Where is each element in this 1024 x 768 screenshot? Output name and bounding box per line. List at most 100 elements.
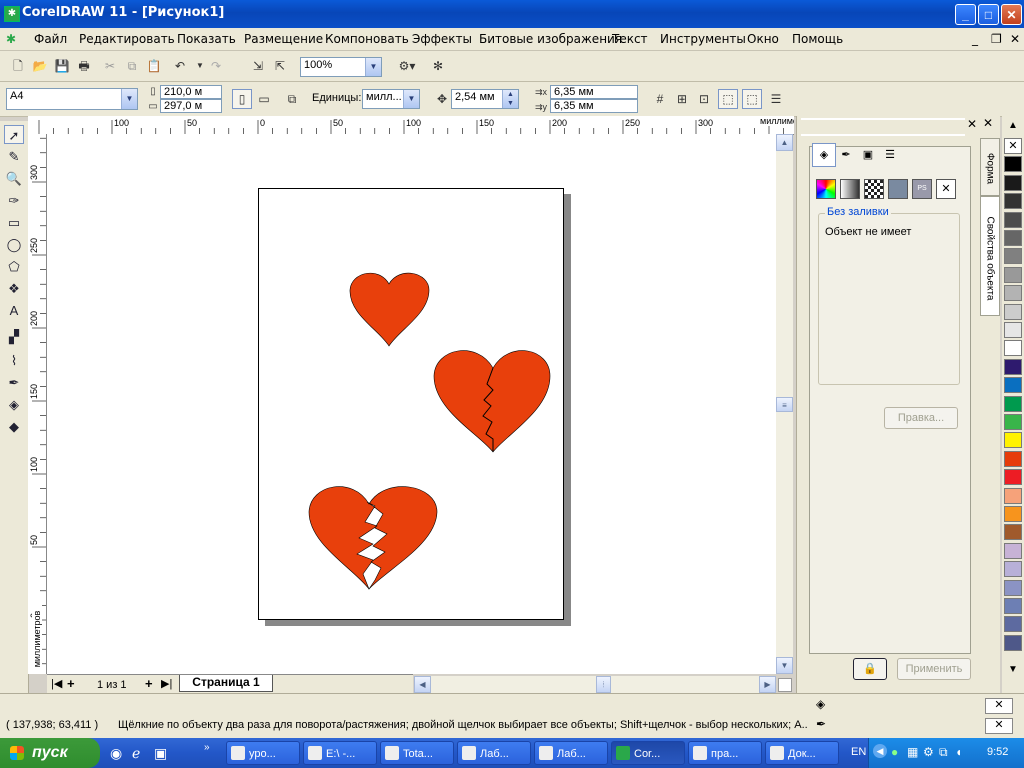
color-swatch[interactable] xyxy=(1004,230,1022,246)
volume-icon[interactable]: ◖ xyxy=(955,745,962,759)
no-fill-icon[interactable]: ✕ xyxy=(936,179,956,199)
snap-to-objects-icon[interactable]: ⊡ xyxy=(694,89,714,109)
cut-icon[interactable]: ✂ xyxy=(100,56,120,76)
docker-x-icon[interactable]: ✕ xyxy=(983,116,993,130)
last-page-icon[interactable]: ▶| xyxy=(161,677,172,690)
fill-tool-icon[interactable]: ◈ xyxy=(4,395,24,414)
docker-grip[interactable] xyxy=(801,118,965,136)
close-button[interactable]: ✕ xyxy=(1001,4,1022,25)
save-icon[interactable]: 💾 xyxy=(52,56,72,76)
color-swatch[interactable] xyxy=(1004,156,1022,173)
mdi-restore-button[interactable]: ❐ xyxy=(991,32,1002,46)
task-item[interactable]: Tota... xyxy=(380,741,454,765)
rectangle-tool-icon[interactable]: ▭ xyxy=(4,213,24,232)
fountain-fill-icon[interactable] xyxy=(840,179,860,199)
uniform-fill-icon[interactable] xyxy=(816,179,836,199)
task-item[interactable]: пра... xyxy=(688,741,762,765)
vertical-scroll-thumb[interactable]: ≡ xyxy=(776,397,793,412)
vertical-scrollbar[interactable]: ▲ ≡ ▼ xyxy=(776,134,793,674)
color-swatch[interactable] xyxy=(1004,506,1022,522)
corel-online-icon[interactable]: ✻ xyxy=(428,56,448,76)
zoom-tool-icon[interactable]: 🔍 xyxy=(4,169,24,188)
outline-tool-icon[interactable]: ✒ xyxy=(4,373,24,392)
interactive-fill-tool-icon[interactable]: ◆ xyxy=(4,417,24,436)
first-page-icon[interactable]: |◀ xyxy=(51,677,62,690)
color-swatch[interactable] xyxy=(1004,524,1022,541)
quicklaunch-more-icon[interactable]: » xyxy=(204,742,210,753)
task-item[interactable]: Лаб... xyxy=(534,741,608,765)
color-swatch[interactable] xyxy=(1004,487,1022,504)
color-swatch[interactable] xyxy=(1004,579,1022,596)
tray-app-icon[interactable]: ⧉ xyxy=(939,745,948,760)
color-swatch[interactable] xyxy=(1004,322,1022,338)
tab-page-1[interactable]: Страница 1 xyxy=(179,675,273,692)
document-menu-icon[interactable]: ✱ xyxy=(6,32,16,46)
color-swatch[interactable] xyxy=(1004,248,1022,265)
color-swatch[interactable] xyxy=(1004,561,1022,578)
color-swatch[interactable] xyxy=(1004,598,1022,614)
shape-tool-icon[interactable]: ✎ xyxy=(4,147,24,166)
tray-app-icon[interactable]: ● xyxy=(891,745,898,759)
text-tool-icon[interactable]: A xyxy=(4,301,24,320)
summary-tab-icon[interactable]: ☰ xyxy=(880,145,900,165)
color-swatch[interactable] xyxy=(1004,432,1022,449)
freehand-tool-icon[interactable]: ✑ xyxy=(4,191,24,210)
quicklaunch-media-icon[interactable]: ▣ xyxy=(154,745,167,762)
menu-tools[interactable]: Инструменты xyxy=(660,32,746,46)
menu-file[interactable]: Файл xyxy=(34,32,67,46)
task-item[interactable]: Док... xyxy=(765,741,839,765)
quicklaunch-opera-icon[interactable]: ◉ xyxy=(110,745,122,762)
view-navigator-icon[interactable] xyxy=(778,678,792,692)
color-swatch[interactable] xyxy=(1004,414,1022,430)
menu-window[interactable]: Окно xyxy=(747,32,779,46)
color-swatch[interactable] xyxy=(1004,266,1022,283)
add-page-after-icon[interactable]: + xyxy=(145,676,153,691)
docker-close-icon[interactable]: ✕ xyxy=(967,117,977,131)
cracked-heart[interactable] xyxy=(433,350,551,453)
vertical-ruler[interactable]: 300250200150100500 миллиметров xyxy=(28,134,47,674)
eyedropper-tool-icon[interactable]: ⌇ xyxy=(4,351,24,370)
menu-help[interactable]: Помощь xyxy=(792,32,843,46)
mdi-minimize-button[interactable]: _ xyxy=(972,32,978,46)
export-icon[interactable]: ⇱ xyxy=(270,56,290,76)
draw-bounding-box-icon[interactable]: ⬚ xyxy=(742,89,762,109)
pattern-fill-icon[interactable] xyxy=(864,179,884,199)
color-swatch[interactable] xyxy=(1004,542,1022,559)
snap-to-grid-icon[interactable]: # xyxy=(650,89,670,109)
menu-edit[interactable]: Редактировать xyxy=(79,32,175,46)
scroll-down-icon[interactable]: ▼ xyxy=(776,657,793,674)
snap-to-guidelines-icon[interactable]: ⊞ xyxy=(672,89,692,109)
color-swatch[interactable] xyxy=(1004,193,1022,210)
color-swatch[interactable] xyxy=(1004,174,1022,191)
color-swatch[interactable] xyxy=(1004,634,1022,651)
menu-layout[interactable]: Размещение xyxy=(244,32,323,46)
drawing-canvas[interactable] xyxy=(47,134,777,674)
menu-bitmaps[interactable]: Битовые изображения xyxy=(479,32,622,46)
menu-text[interactable]: Текст xyxy=(612,32,648,46)
spinner-icon[interactable]: ▲ ▼ xyxy=(502,90,518,108)
portrait-icon[interactable]: ▯ xyxy=(232,89,252,109)
scroll-left-icon[interactable]: ◀ xyxy=(414,676,431,693)
landscape-icon[interactable]: ▭ xyxy=(254,89,274,109)
zoom-level-select[interactable]: 100% ▼ xyxy=(300,57,382,77)
menu-effects[interactable]: Эффекты xyxy=(412,32,472,46)
tray-app-icon[interactable]: ⚙ xyxy=(923,745,934,759)
horizontal-ruler[interactable]: 100 50 0 50 100 150 200 250 300 миллиметров xyxy=(28,116,794,135)
add-page-before-icon[interactable]: + xyxy=(67,676,75,691)
color-swatch[interactable] xyxy=(1004,358,1022,375)
tray-expand-icon[interactable]: ◀ xyxy=(873,744,887,758)
language-indicator[interactable]: EN xyxy=(851,746,866,758)
edit-button[interactable]: Правка... xyxy=(884,407,958,429)
color-swatch[interactable] xyxy=(1004,616,1022,633)
postscript-fill-icon[interactable]: PS xyxy=(912,179,932,199)
tray-app-icon[interactable]: ▦ xyxy=(907,745,918,759)
page-height-input[interactable]: 297,0 м xyxy=(160,99,222,113)
broken-heart[interactable] xyxy=(308,486,438,590)
polygon-tool-icon[interactable]: ⬠ xyxy=(4,257,24,276)
application-launcher-icon[interactable]: ⚙▾ xyxy=(392,56,422,76)
mdi-close-button[interactable]: ✕ xyxy=(1010,32,1020,46)
tab-object-properties[interactable]: Свойства объекта xyxy=(980,196,1000,316)
nudge-input[interactable]: 2,54 мм ▲ ▼ xyxy=(451,89,519,109)
apply-button[interactable]: Применить xyxy=(897,658,971,680)
ellipse-tool-icon[interactable]: ◯ xyxy=(4,235,24,254)
